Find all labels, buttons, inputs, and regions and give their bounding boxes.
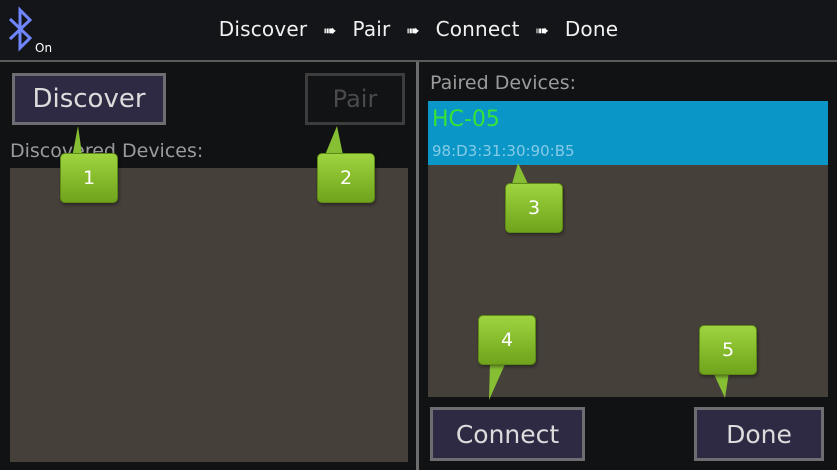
device-name: HC-05 (432, 107, 500, 132)
step-pair: Pair (352, 17, 391, 41)
step-discover: Discover (218, 17, 308, 41)
step-arrow-icon: ➠ (535, 21, 550, 40)
connect-button[interactable]: Connect (430, 407, 585, 461)
done-button[interactable]: Done (694, 407, 824, 461)
step-arrow-icon: ➠ (323, 21, 337, 40)
callout-4: 4 (478, 315, 536, 365)
callout-3: 3 (505, 183, 563, 233)
paired-devices-label: Paired Devices: (430, 72, 576, 94)
step-done: Done (564, 17, 619, 41)
callout-pointer-2 (325, 126, 343, 155)
step-indicator: Discover ➠ Pair ➠ Connect ➠ Done (0, 17, 837, 41)
step-connect: Connect (435, 17, 520, 41)
status-bar: On Discover ➠ Pair ➠ Connect ➠ Done (0, 0, 837, 62)
device-address: 98:D3:31:30:90:B5 (432, 142, 575, 160)
pair-button[interactable]: Pair (305, 73, 405, 125)
step-arrow-icon: ➠ (406, 21, 420, 40)
discovered-devices-list[interactable] (10, 168, 408, 462)
callout-1: 1 (60, 153, 118, 203)
panel-divider (416, 62, 419, 470)
callout-5: 5 (699, 325, 757, 375)
paired-device-item[interactable]: HC-05 98:D3:31:30:90:B5 (428, 101, 828, 165)
callout-2: 2 (317, 153, 375, 203)
bluetooth-state: On (35, 41, 53, 55)
discover-button[interactable]: Discover (12, 73, 166, 125)
